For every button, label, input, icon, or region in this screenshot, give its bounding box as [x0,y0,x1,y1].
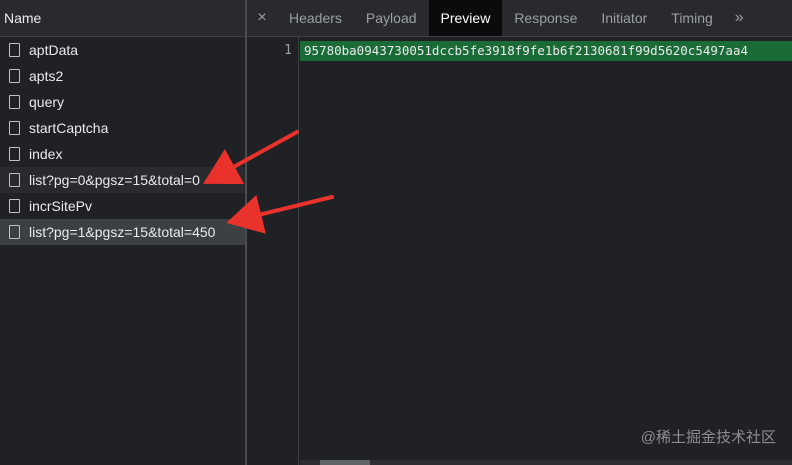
horizontal-scrollbar[interactable] [300,460,792,465]
line-number: 1 [284,43,292,58]
devtools-network-panel: Name aptData apts2 query startCaptcha in… [0,0,792,465]
line-number-gutter: 1 [247,37,299,465]
request-list: Name aptData apts2 query startCaptcha in… [0,0,246,465]
tab-headers[interactable]: Headers [277,0,354,36]
scrollbar-thumb[interactable] [320,460,370,465]
request-row-query[interactable]: query [0,89,246,115]
request-name: query [29,94,65,110]
more-tabs-icon[interactable]: » [725,0,754,36]
tab-response[interactable]: Response [502,0,589,36]
tab-initiator[interactable]: Initiator [589,0,659,36]
request-row-aptdata[interactable]: aptData [0,37,246,63]
request-name: list?pg=1&pgsz=15&total=450 [29,224,216,240]
detail-tab-bar: × Headers Payload Preview Response Initi… [247,0,792,37]
request-row-list-pg1[interactable]: list?pg=1&pgsz=15&total=450 [0,219,246,245]
document-icon [9,43,20,57]
request-name: apts2 [29,68,64,84]
close-icon[interactable]: × [247,0,277,36]
tab-payload[interactable]: Payload [354,0,429,36]
preview-content[interactable]: 95780ba0943730051dccb5fe3918f9fe1b6f2130… [300,37,792,465]
document-icon [9,121,20,135]
document-icon [9,69,20,83]
document-icon [9,147,20,161]
request-name: index [29,146,63,162]
document-icon [9,199,20,213]
request-name: incrSitePv [29,198,93,214]
request-detail-panel: × Headers Payload Preview Response Initi… [247,0,792,465]
preview-line-highlighted[interactable]: 95780ba0943730051dccb5fe3918f9fe1b6f2130… [300,41,792,61]
request-row-index[interactable]: index [0,141,246,167]
document-icon [9,173,20,187]
tab-timing[interactable]: Timing [659,0,725,36]
request-name: aptData [29,42,79,58]
request-row-incrsitepv[interactable]: incrSitePv [0,193,246,219]
request-row-startcaptcha[interactable]: startCaptcha [0,115,246,141]
document-icon [9,95,20,109]
request-name: startCaptcha [29,120,109,136]
document-icon [9,225,20,239]
watermark: @稀土掘金技术社区 [640,429,776,446]
request-name: list?pg=0&pgsz=15&total=0 [29,172,200,188]
request-row-apts2[interactable]: apts2 [0,63,246,89]
request-row-list-pg0[interactable]: list?pg=0&pgsz=15&total=0 [0,167,246,193]
tab-preview[interactable]: Preview [428,0,503,36]
name-column-header[interactable]: Name [0,0,246,37]
